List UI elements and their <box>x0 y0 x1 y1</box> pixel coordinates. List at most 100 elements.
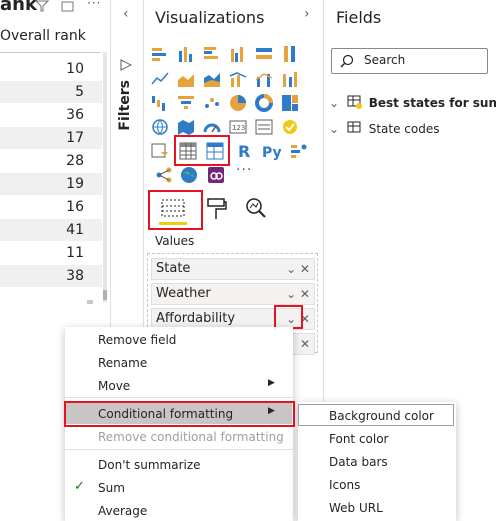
chevron-right-icon[interactable]: › <box>304 6 310 22</box>
table-row: 5 <box>0 81 102 103</box>
line-and-stacked-column-chart-icon[interactable] <box>229 70 247 88</box>
table-row: 41 <box>0 219 102 241</box>
clustered-column-chart-icon[interactable] <box>229 45 247 63</box>
field-controls[interactable]: ⌄ ✕ <box>286 284 310 304</box>
submenu-item-data-bars[interactable]: Data bars <box>329 455 388 469</box>
funnel-chart-icon[interactable] <box>177 94 195 112</box>
python-visual-icon[interactable]: Py <box>262 142 282 161</box>
value-field-state[interactable]: State ⌄ ✕ <box>151 258 315 280</box>
more-options-icon[interactable]: ··· <box>87 0 101 10</box>
table-row: 28 <box>66 153 84 169</box>
ribbon-chart-icon[interactable] <box>281 70 299 88</box>
scatter-chart-icon[interactable] <box>203 94 221 112</box>
vertical-scrollbar[interactable] <box>103 52 107 302</box>
stacked-column-chart-icon[interactable] <box>177 45 195 63</box>
key-influencers-icon[interactable] <box>290 142 308 160</box>
treemap-icon[interactable] <box>281 94 299 112</box>
menu-item-average[interactable]: Average <box>98 504 147 518</box>
table-icon <box>347 121 363 138</box>
field-controls[interactable]: ✕ <box>300 334 310 354</box>
dropdown-chevron-highlight <box>274 305 303 329</box>
kpi-icon[interactable] <box>281 118 299 136</box>
analytics-magnifier-icon[interactable] <box>244 196 268 224</box>
field-label: State <box>156 261 191 276</box>
menu-item-sum[interactable]: Sum <box>98 481 125 495</box>
scrollbar-thumb[interactable] <box>103 290 107 300</box>
conditional-formatting-submenu: Background color Font color Data bars Ic… <box>298 402 456 521</box>
table-row: 10 <box>66 61 84 77</box>
fields-title: Fields <box>336 8 382 27</box>
table-icon-highlight <box>174 135 230 166</box>
waterfall-chart-icon[interactable] <box>151 94 169 112</box>
field-controls[interactable]: ⌄ ✕ <box>286 259 310 279</box>
filter-funnel-icon <box>120 56 133 75</box>
multi-row-card-icon[interactable] <box>255 118 273 136</box>
checkmark-icon: ✓ <box>74 479 85 494</box>
map-icon[interactable] <box>151 118 169 136</box>
column-header-overall-rank[interactable]: Overall rank <box>0 28 86 44</box>
100-stacked-bar-chart-icon[interactable] <box>255 45 273 63</box>
submenu-arrow-icon: ▶ <box>268 378 275 388</box>
menu-item-rename[interactable]: Rename <box>98 356 147 370</box>
line-chart-icon[interactable] <box>151 70 169 88</box>
svg-text:R: R <box>238 142 250 160</box>
table-row: 19 <box>0 173 102 195</box>
field-label: Affordability <box>156 311 236 326</box>
submenu-item-background-color[interactable]: Background color <box>329 409 434 423</box>
filter-icon[interactable] <box>34 0 50 15</box>
gauge-icon[interactable] <box>203 118 221 136</box>
fields-table-state-codes[interactable]: ⌄ State codes <box>329 121 440 138</box>
menu-item-move[interactable]: Move <box>98 379 130 393</box>
search-icon <box>340 53 354 72</box>
clustered-bar-chart-icon[interactable] <box>203 45 221 63</box>
table-row: 36 <box>66 107 84 123</box>
values-well-label: Values <box>155 234 195 248</box>
focus-mode-icon[interactable] <box>61 0 75 15</box>
search-input[interactable]: Search <box>331 48 488 74</box>
search-placeholder: Search <box>364 53 406 67</box>
stacked-bar-chart-icon[interactable] <box>151 45 169 63</box>
table-row: 38 <box>0 265 102 287</box>
pie-chart-icon[interactable] <box>229 94 247 112</box>
menu-separator <box>65 449 293 450</box>
card-icon[interactable]: 123 <box>229 118 247 136</box>
get-more-visuals-button[interactable]: ··· <box>236 162 252 178</box>
r-visual-icon[interactable]: R <box>237 142 255 161</box>
menu-separator <box>65 397 293 398</box>
decomposition-tree-icon[interactable] <box>155 166 173 184</box>
power-apps-icon[interactable] <box>207 166 225 184</box>
submenu-item-icons[interactable]: Icons <box>329 478 360 492</box>
line-and-clustered-column-chart-icon[interactable] <box>255 70 273 88</box>
fields-table-best-states[interactable]: ⌄ Best states for sun... <box>329 95 496 112</box>
table-name: State codes <box>368 122 440 136</box>
table-title: ank <box>0 0 37 15</box>
chevron-down-icon: ⌄ <box>329 96 340 110</box>
menu-item-remove-conditional-formatting[interactable]: Remove conditional formatting <box>98 430 284 444</box>
table-row: 17 <box>0 127 102 149</box>
100-stacked-column-chart-icon[interactable] <box>281 45 299 63</box>
donut-chart-icon[interactable] <box>255 94 273 112</box>
visualizations-title: Visualizations <box>155 8 265 27</box>
svg-text:Py: Py <box>262 145 282 160</box>
stacked-area-chart-icon[interactable] <box>203 70 221 88</box>
area-chart-icon[interactable] <box>177 70 195 88</box>
filled-map-icon[interactable] <box>177 118 195 136</box>
fields-tab-highlight <box>148 190 203 230</box>
table-row: 16 <box>66 199 84 215</box>
header-divider <box>0 52 100 53</box>
filters-label[interactable]: Filters <box>117 80 133 131</box>
svg-text:123: 123 <box>232 124 245 132</box>
submenu-item-web-url[interactable]: Web URL <box>329 501 383 515</box>
paint-roller-icon[interactable] <box>206 197 228 225</box>
chevron-down-icon: ⌄ <box>329 122 340 136</box>
slicer-icon[interactable] <box>151 142 169 160</box>
chevron-left-icon[interactable]: ‹ <box>123 6 129 22</box>
arcgis-map-icon[interactable] <box>180 166 198 184</box>
resize-handle[interactable] <box>87 300 93 304</box>
value-field-weather[interactable]: Weather ⌄ ✕ <box>151 283 315 305</box>
menu-item-remove-field[interactable]: Remove field <box>98 333 176 347</box>
conditional-formatting-highlight <box>64 401 295 427</box>
table-row: 11 <box>66 245 84 261</box>
submenu-item-font-color[interactable]: Font color <box>329 432 389 446</box>
menu-item-dont-summarize[interactable]: Don't summarize <box>98 458 201 472</box>
